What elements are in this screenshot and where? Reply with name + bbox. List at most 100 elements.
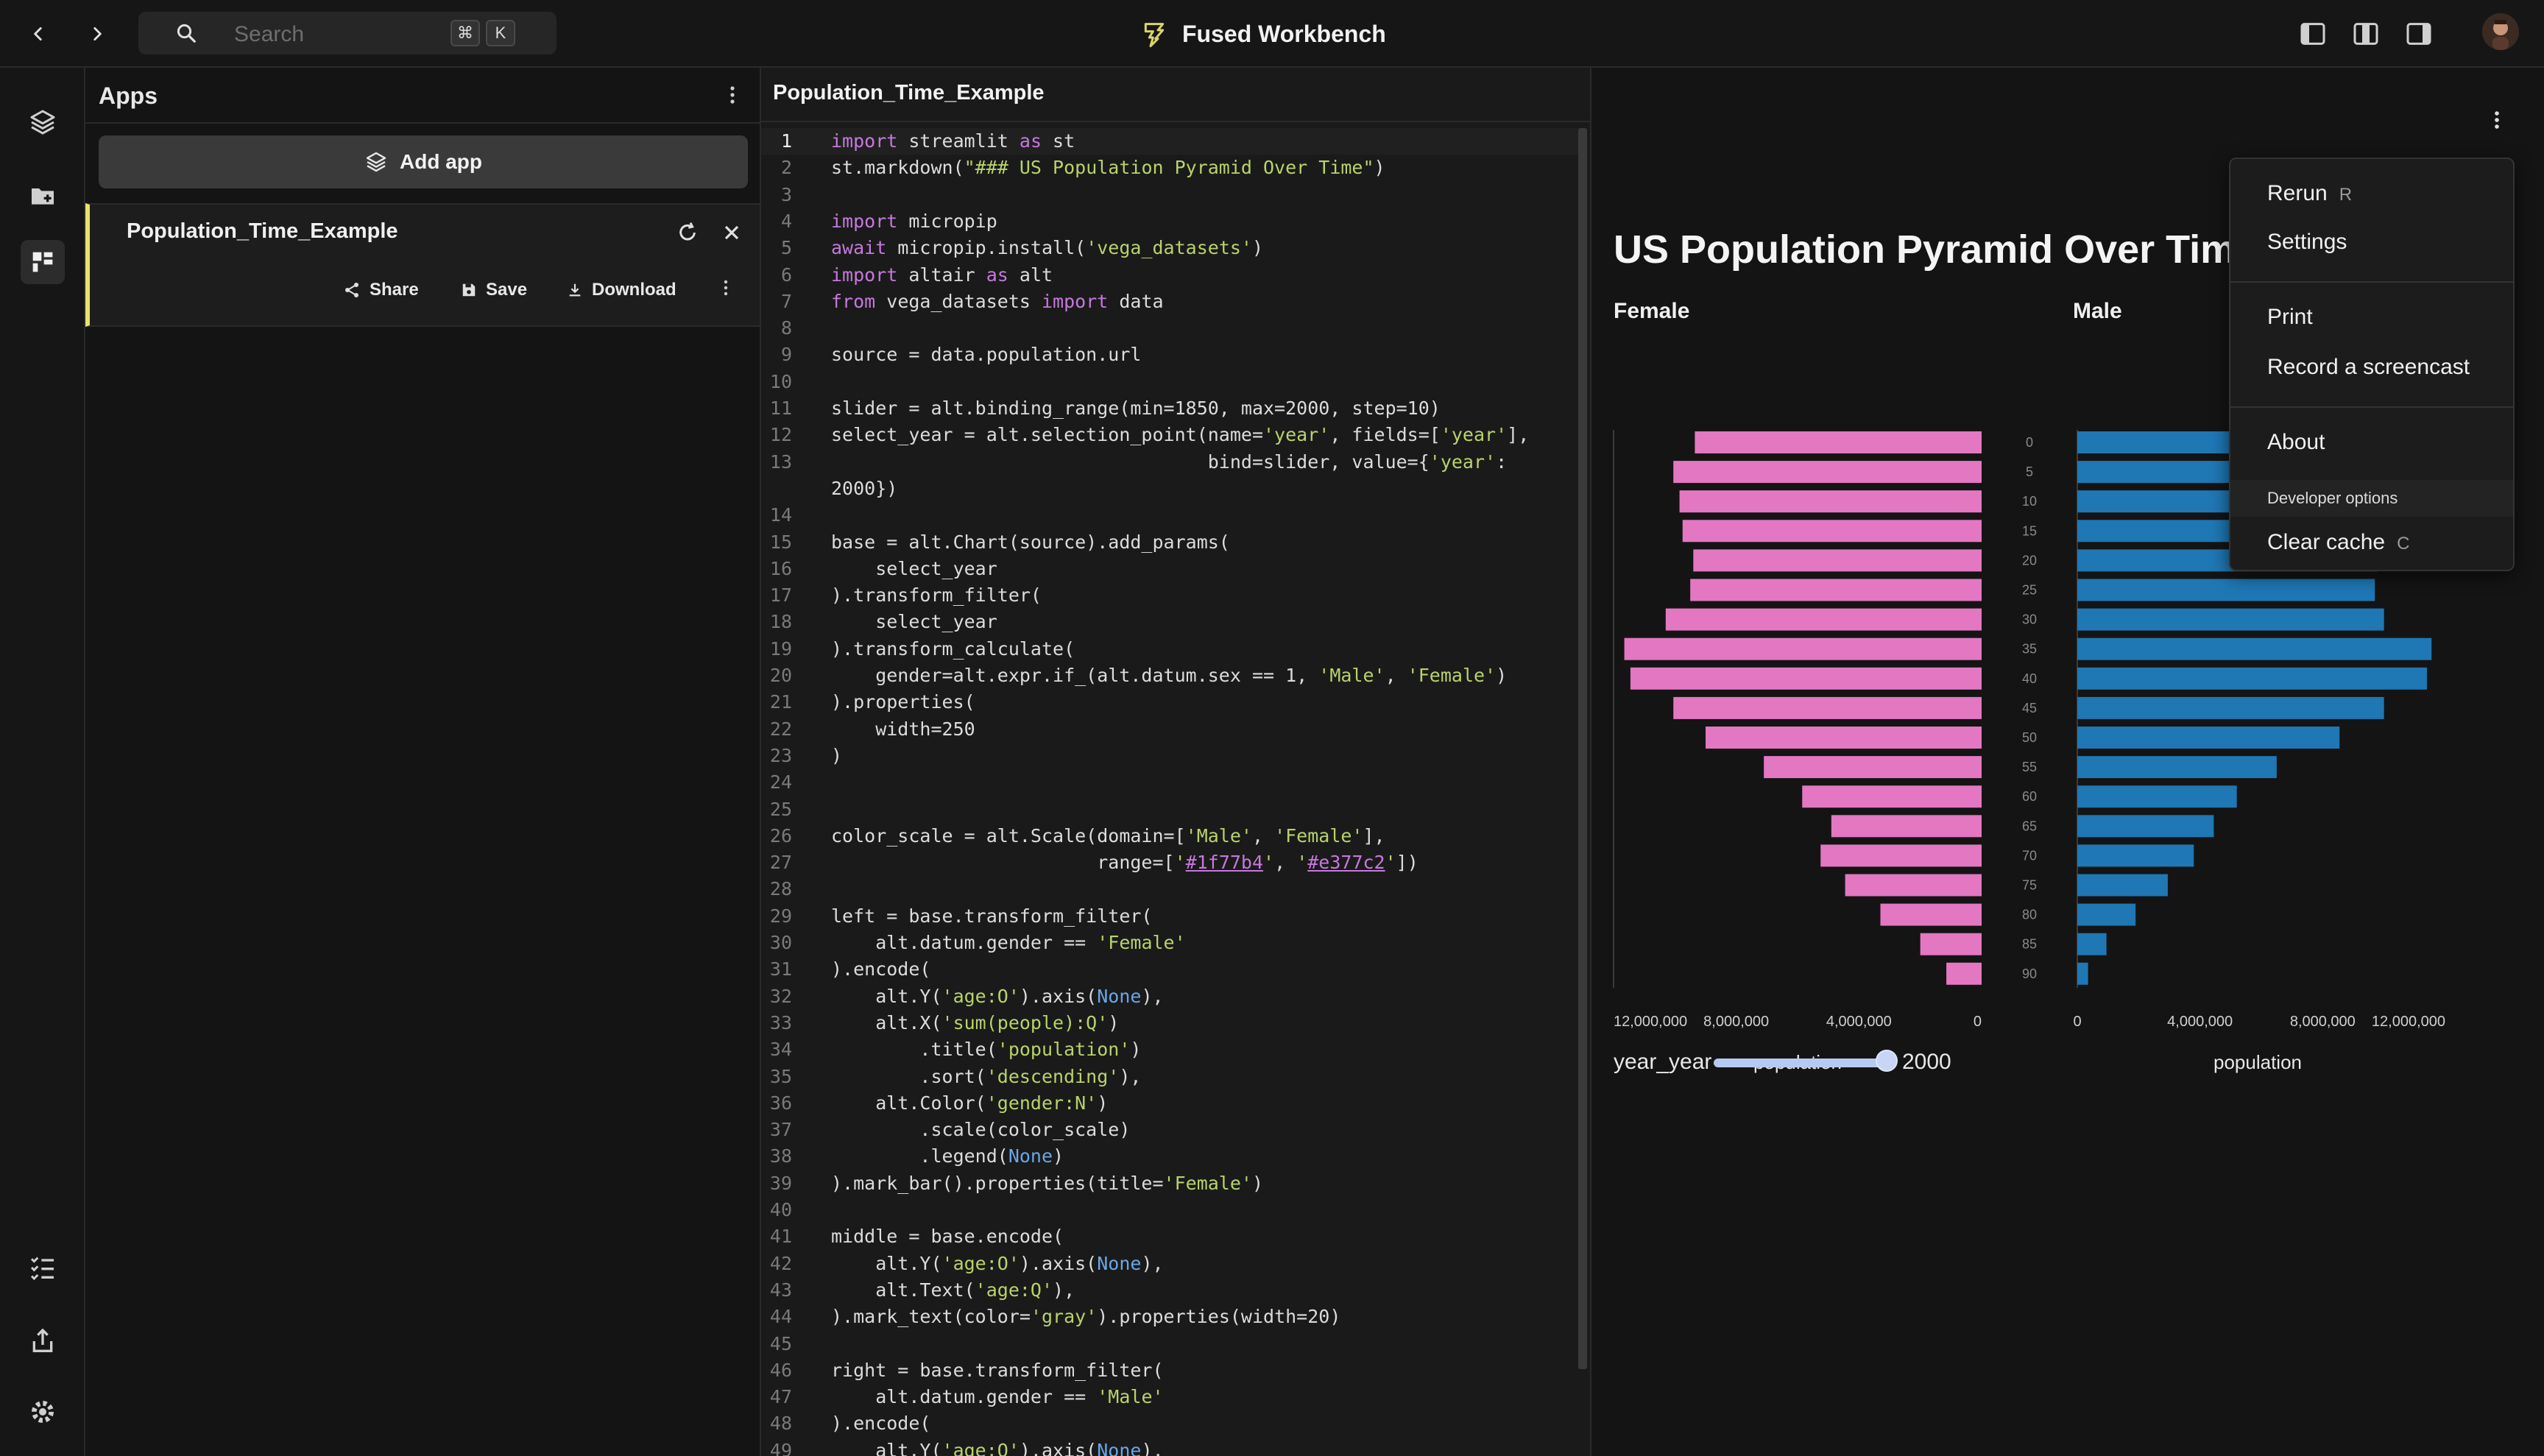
menu-item-print[interactable]: Print [2267, 305, 2313, 330]
back-button[interactable] [21, 16, 56, 52]
save-label: Save [486, 280, 528, 300]
code-text: await micropip.install('vega_datasets') [831, 237, 1264, 259]
line-number: 12 [769, 424, 792, 446]
rail-settings-button[interactable] [21, 1390, 65, 1434]
app-list-item[interactable]: Population_Time_Example Share Save Downl… [85, 203, 760, 327]
editor-scrollbar[interactable] [1578, 128, 1587, 1369]
forward-button[interactable] [80, 16, 115, 52]
close-icon[interactable] [720, 221, 743, 244]
apps-panel-menu-button[interactable] [721, 84, 743, 110]
rail-tasks-button[interactable] [21, 1245, 65, 1290]
female-bar [1820, 844, 1982, 867]
line-number: 30 [769, 932, 792, 953]
rail-apps-button[interactable] [21, 240, 65, 284]
year-slider-thumb[interactable] [1876, 1050, 1898, 1072]
download-button[interactable]: Download [567, 275, 676, 305]
female-bar [1624, 637, 1982, 660]
code-text: select_year [831, 557, 997, 579]
line-number: 48 [769, 1413, 792, 1435]
code-line: 47 alt.datum.gender == 'Male' [761, 1384, 1571, 1410]
line-number: 18 [769, 611, 792, 633]
code-text: ).transform_calculate( [831, 637, 1075, 660]
female-x-tick-label: 4,000,000 [1826, 1014, 1892, 1030]
male-x-tick-label: 8,000,000 [2290, 1014, 2356, 1030]
female-bar [1673, 696, 1982, 719]
code-line: 20 gender=alt.expr.if_(alt.datum.sex == … [761, 662, 1571, 689]
share-button[interactable]: Share [343, 275, 419, 305]
app-branding: Fused Workbench [1140, 16, 1386, 52]
menu-item-rerun[interactable]: Rerun R [2267, 181, 2352, 206]
year-slider-track[interactable] [1714, 1059, 1886, 1067]
menu-item-clear-cache[interactable]: Clear cache C [2267, 530, 2409, 555]
rail-files-button[interactable] [21, 174, 65, 218]
line-number: 24 [769, 771, 792, 794]
rail-share-button[interactable] [21, 1319, 65, 1363]
male-bar [2077, 962, 2088, 985]
toggle-center-panel-icon[interactable] [2351, 19, 2381, 49]
search-input[interactable]: Search ⌘ K [138, 12, 556, 54]
age-label: 75 [2022, 878, 2037, 893]
line-number: 9 [780, 344, 792, 366]
code-line: 44).mark_text(color='gray').properties(w… [761, 1304, 1571, 1330]
code-line: 46 right = base.transform_filter( [761, 1357, 1571, 1384]
menu-item-record-screencast[interactable]: Record a screencast [2267, 355, 2470, 380]
line-number: 33 [769, 1011, 792, 1033]
kebab-menu-icon [730, 86, 735, 104]
kebab-menu-icon [724, 280, 728, 296]
download-label: Download [592, 280, 676, 300]
toggle-right-panel-icon[interactable] [2404, 19, 2434, 49]
code-text: st.markdown("### US Population Pyramid O… [831, 157, 1385, 179]
code-area[interactable]: 1 import streamlit as st 2 st.markdown("###… [761, 128, 1590, 1456]
divider [85, 122, 760, 124]
code-line: 16 select_year [761, 556, 1571, 582]
floppy-save-icon [462, 283, 476, 297]
female-bar [1690, 579, 1982, 601]
rail-layers-button[interactable] [21, 100, 65, 144]
code-line: 1 import streamlit as st [761, 128, 1571, 155]
male-x-tick-label: 0 [2073, 1014, 2081, 1030]
code-text: bind=slider, value={'year': [831, 450, 1508, 473]
code-line: 24 [761, 769, 1571, 796]
age-label: 65 [2022, 819, 2037, 833]
refresh-icon[interactable] [676, 221, 699, 244]
developer-options-label: Developer options [2267, 489, 2398, 507]
code-line: 10 [761, 369, 1571, 395]
kebab-menu-icon [2495, 111, 2499, 129]
code-line: 38 .legend(None) [761, 1143, 1571, 1170]
code-line: 8 [761, 315, 1571, 342]
user-avatar[interactable] [2482, 13, 2519, 50]
app-item-name: Population_Time_Example [127, 219, 398, 243]
line-number: 26 [769, 824, 792, 847]
chevron-right-icon [93, 27, 102, 40]
code-line: 13 bind=slider, value={'year': [761, 449, 1571, 476]
code-line: 2000}) [761, 476, 1571, 502]
apps-panel-title: Apps [99, 82, 158, 109]
male-bar [2077, 608, 2384, 631]
menu-divider [2230, 281, 2513, 283]
male-x-tick-label: 12,000,000 [2372, 1014, 2445, 1030]
code-text: ).mark_text(color='gray').properties(wid… [831, 1306, 1341, 1328]
line-number: 17 [769, 584, 792, 607]
about-label: About [2267, 430, 2325, 454]
app-item-more-button[interactable] [723, 278, 729, 301]
female-bar [1706, 727, 1982, 749]
code-text: import altair as alt [831, 264, 1053, 286]
code-line: 22 width=250 [761, 716, 1571, 743]
editor-file-title: Population_Time_Example [773, 81, 1045, 105]
preview-menu-button[interactable] [2482, 109, 2512, 149]
menu-item-about[interactable]: About [2267, 430, 2325, 455]
line-number: 40 [769, 1199, 792, 1220]
apps-grid-icon [32, 252, 53, 272]
add-app-button[interactable]: Add app [99, 135, 748, 188]
female-bar [1845, 874, 1982, 897]
toggle-left-panel-icon[interactable] [2298, 19, 2328, 49]
line-number: 46 [769, 1359, 792, 1381]
menu-item-settings[interactable]: Settings [2267, 230, 2347, 255]
age-label: 90 [2022, 966, 2037, 981]
line-number: 37 [769, 1119, 792, 1141]
search-placeholder: Search [234, 22, 305, 46]
save-button[interactable]: Save [461, 275, 527, 305]
line-number: 38 [769, 1145, 792, 1167]
settings-label: Settings [2267, 230, 2347, 254]
code-line: 29 left = base.transform_filter( [761, 903, 1571, 930]
